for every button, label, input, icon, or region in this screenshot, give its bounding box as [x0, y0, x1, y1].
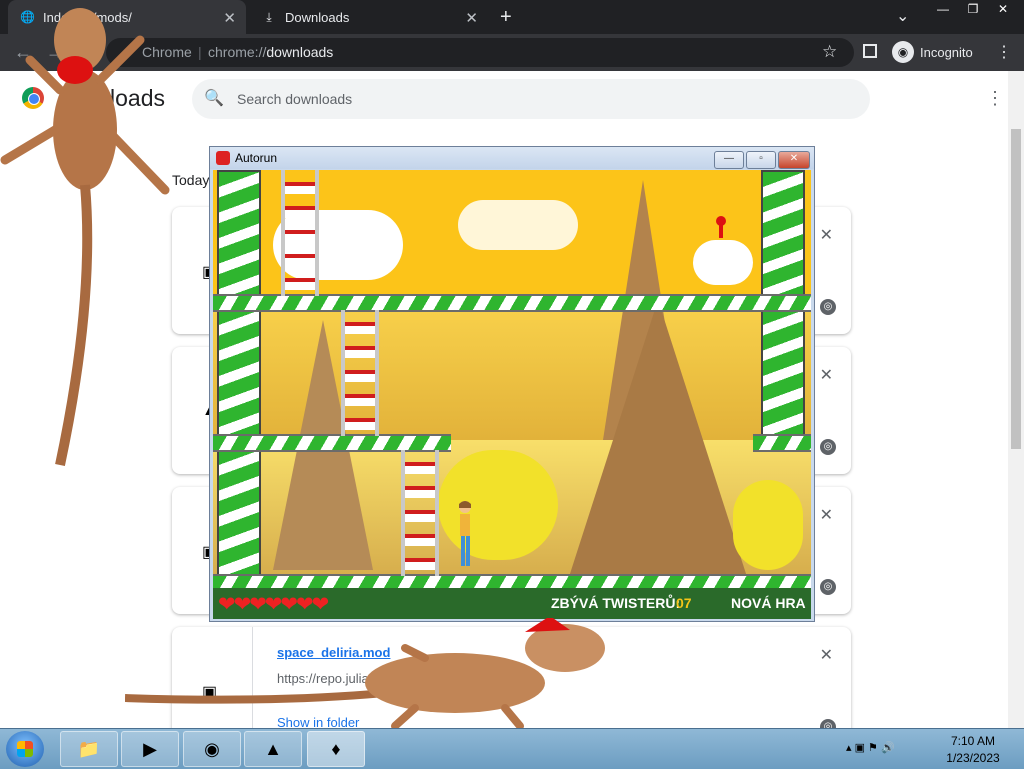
platform	[753, 434, 811, 452]
window-controls: — ❐ ✕	[928, 1, 1018, 19]
taskbar-clock[interactable]: 7:10 AM 1/23/2023	[930, 733, 1016, 767]
window-title: Autorun	[235, 151, 278, 165]
search-input[interactable]: 🔍 Search downloads	[192, 79, 870, 119]
remove-icon[interactable]: ✕	[820, 645, 833, 665]
start-button[interactable]	[6, 731, 44, 767]
lizard-sticker-bottom	[125, 618, 605, 728]
remaining-twisters-count: 07	[676, 595, 692, 611]
pause-icon[interactable]: ◎	[820, 439, 836, 455]
incognito-badge[interactable]: ◉ Incognito	[892, 39, 973, 65]
candy-pillar	[217, 308, 261, 436]
address-bar[interactable]: Chrome | chrome://downloads	[106, 38, 854, 67]
ladder	[341, 310, 379, 436]
search-icon: 🔍	[204, 90, 224, 107]
app-icon	[216, 151, 230, 165]
lemon-bush	[438, 450, 558, 560]
remove-icon[interactable]: ✕	[820, 505, 833, 525]
minimize-button[interactable]: —	[714, 151, 744, 169]
remove-icon[interactable]: ✕	[820, 365, 833, 385]
search-placeholder: Search downloads	[237, 91, 353, 107]
remaining-twisters-label: ZBÝVÁ TWISTERŮ:	[551, 595, 681, 611]
remove-icon[interactable]: ✕	[820, 225, 833, 245]
restore-icon[interactable]: ❐	[958, 1, 988, 19]
pause-icon[interactable]: ◎	[820, 579, 836, 595]
minimize-icon[interactable]: —	[928, 1, 958, 19]
date-header: Today	[172, 172, 210, 188]
close-tab-icon[interactable]: ✕	[465, 9, 478, 27]
tab-search-icon[interactable]: ⌄	[896, 6, 909, 26]
cloud	[693, 240, 753, 285]
page-menu-icon[interactable]: ⋮	[986, 88, 1004, 109]
close-button[interactable]: ✕	[778, 151, 810, 169]
cloud	[458, 200, 578, 250]
candy-pillar	[217, 448, 261, 578]
window-titlebar[interactable]: Autorun — ▫ ✕	[210, 147, 814, 169]
game-canvas[interactable]: ❤❤❤❤❤❤❤ ZBÝVÁ TWISTERŮ: 07 NOVÁ HRA	[213, 170, 811, 619]
cone-hill	[568, 300, 748, 580]
incognito-icon: ◉	[892, 41, 914, 63]
download-icon: ⤓	[266, 10, 272, 24]
incognito-label: Incognito	[920, 44, 973, 60]
autorun-window: Autorun — ▫ ✕ ❤❤❤❤❤❤❤ ZBÝVÁ TWISTERŮ: 07…	[209, 146, 815, 622]
incognito-chrome-taskbar-icon[interactable]: ◉	[183, 731, 241, 767]
tab-downloads[interactable]: ⤓ Downloads ✕	[250, 0, 488, 34]
system-tray-icons[interactable]: ▴ ▣ ⚑ 🔊	[846, 741, 895, 754]
candy-pillar	[761, 308, 805, 436]
divider: |	[198, 44, 202, 60]
ladder	[281, 170, 319, 296]
candy-pillar	[217, 170, 261, 298]
maximize-button[interactable]: ▫	[746, 151, 776, 169]
media-player-taskbar-icon[interactable]: ▶	[121, 731, 179, 767]
ladder	[401, 450, 439, 576]
side-panel-icon[interactable]	[863, 44, 877, 58]
pause-icon[interactable]: ◎	[820, 719, 836, 728]
lemon-bush	[733, 480, 803, 570]
url-text: chrome://downloads	[208, 44, 334, 60]
bookmark-star-icon[interactable]: ☆	[822, 42, 837, 62]
lives-hearts: ❤❤❤❤❤❤❤	[218, 593, 329, 616]
page-scrollbar[interactable]	[1008, 71, 1024, 728]
keyhole-icon	[716, 216, 726, 238]
scrollbar-thumb[interactable]	[1011, 129, 1021, 449]
autorun-taskbar-icon[interactable]: ♦	[307, 731, 365, 767]
lizard-sticker-top	[0, 8, 170, 467]
clock-date: 1/23/2023	[946, 751, 1000, 765]
player-character	[459, 501, 471, 566]
game-hud: ❤❤❤❤❤❤❤ ZBÝVÁ TWISTERŮ: 07 NOVÁ HRA	[213, 588, 811, 619]
pause-icon[interactable]: ◎	[820, 299, 836, 315]
vlc-taskbar-icon[interactable]: ▲	[244, 731, 302, 767]
taskbar: 📁 ▶ ◉ ▲ ♦ ▴ ▣ ⚑ 🔊 7:10 AM 1/23/2023	[0, 728, 1024, 769]
close-window-icon[interactable]: ✕	[988, 1, 1018, 19]
new-tab-button[interactable]: +	[500, 6, 512, 29]
close-tab-icon[interactable]: ✕	[223, 9, 236, 27]
new-game-button[interactable]: NOVÁ HRA	[731, 595, 806, 611]
candy-pillar	[761, 170, 805, 298]
tab-title: Downloads	[285, 9, 350, 25]
clock-time: 7:10 AM	[950, 734, 996, 748]
platform	[213, 294, 811, 312]
browser-menu-icon[interactable]: ⋮	[996, 42, 1012, 62]
explorer-taskbar-icon[interactable]: 📁	[60, 731, 118, 767]
